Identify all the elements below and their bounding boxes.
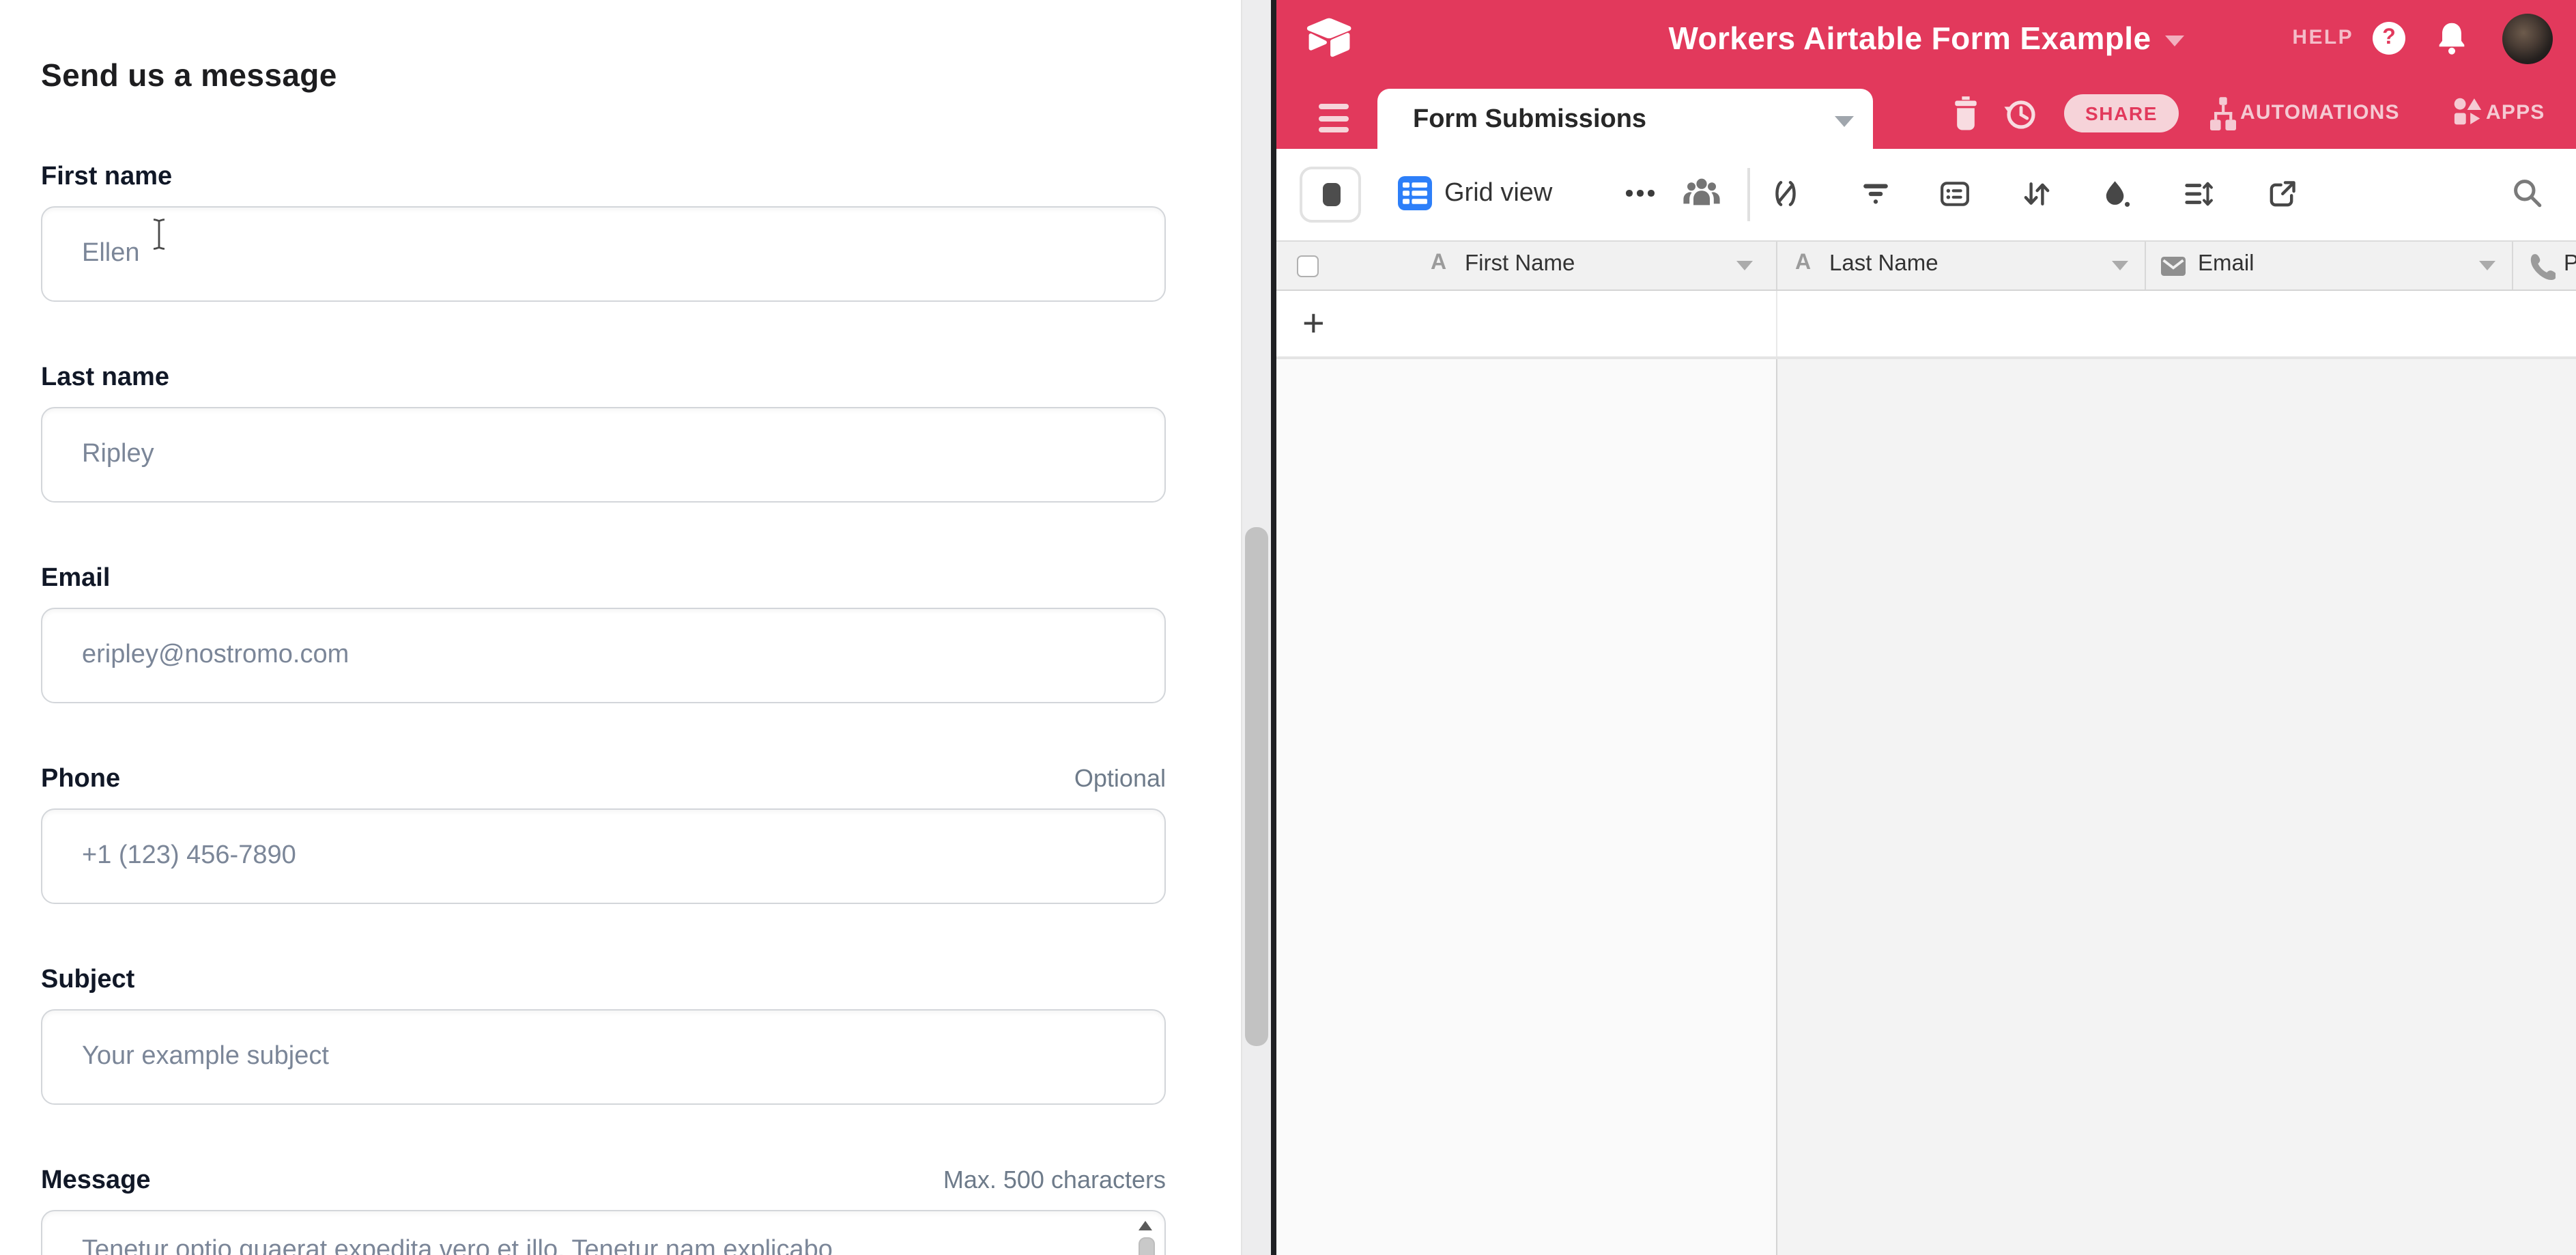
email-field-type-icon: [2161, 257, 2186, 276]
help-button[interactable]: HELP: [2292, 26, 2353, 49]
grid-view-icon[interactable]: [1398, 176, 1432, 210]
text-cursor: [150, 217, 168, 251]
add-row[interactable]: +: [1276, 291, 2576, 359]
form-title: Send us a message: [41, 57, 337, 94]
filter-icon[interactable]: [1861, 179, 1891, 209]
base-title[interactable]: Workers Airtable Form Example: [1669, 20, 2151, 57]
history-icon[interactable]: [2003, 97, 2038, 132]
automations-icon[interactable]: [2210, 97, 2236, 131]
email-group: Email: [41, 564, 1166, 703]
page-scrollbar-track[interactable]: [1241, 0, 1272, 1255]
tab-form-submissions[interactable]: Form Submissions: [1377, 89, 1873, 149]
column-caret-icon[interactable]: [2112, 261, 2128, 270]
airtable-window: Workers Airtable Form Example HELP ? For…: [1276, 0, 2576, 1255]
message-textarea[interactable]: Tenetur optio quaerat expedita vero et i…: [41, 1210, 1166, 1255]
phone-group: Phone Optional: [41, 765, 1166, 904]
table-header-row: A First Name A Last Name Email: [1276, 240, 2576, 291]
view-toolbar: Grid view: [1276, 149, 2576, 240]
phone-label: Phone: [41, 765, 1166, 795]
phone-field-type-icon: [2527, 253, 2556, 281]
base-title-caret-icon[interactable]: [2164, 36, 2184, 46]
column-divider: [1776, 291, 1777, 356]
email-input[interactable]: [41, 608, 1166, 703]
hide-fields-icon[interactable]: [1771, 179, 1801, 209]
textarea-scrollbar-thumb[interactable]: [1139, 1237, 1155, 1255]
share-view-icon[interactable]: [2267, 179, 2298, 209]
contact-form-pane: Send us a message First name Last name E…: [0, 0, 1241, 1255]
more-options-icon[interactable]: [1626, 190, 1661, 198]
sort-icon[interactable]: [2022, 179, 2052, 209]
sidebar-menu-icon[interactable]: [1319, 104, 1349, 138]
apps-icon[interactable]: [2453, 97, 2482, 127]
message-maxchars-hint: Max. 500 characters: [943, 1166, 1166, 1195]
notifications-bell-icon[interactable]: [2437, 22, 2467, 55]
table-body-empty: [1276, 359, 2576, 1255]
screenshot-root: Send us a message First name Last name E…: [0, 0, 2576, 1255]
text-field-type-icon: A: [1431, 251, 1446, 276]
primary-column-area: [1276, 359, 1777, 1255]
column-header-phone[interactable]: Phone: [2512, 242, 2576, 290]
view-sidebar-toggle-button[interactable]: [1300, 167, 1361, 223]
column-header-last-name[interactable]: A Last Name: [1776, 242, 2146, 290]
airtable-topbar: Workers Airtable Form Example HELP ?: [1276, 0, 2576, 78]
message-group: Message Max. 500 characters Tenetur opti…: [41, 1166, 1166, 1255]
subject-label: Subject: [41, 965, 1166, 996]
automations-button[interactable]: AUTOMATIONS: [2240, 101, 2400, 124]
textarea-scroll-up-icon[interactable]: [1139, 1221, 1152, 1230]
phone-input[interactable]: [41, 808, 1166, 904]
add-row-plus-icon[interactable]: +: [1302, 291, 1325, 355]
search-icon[interactable]: [2512, 178, 2543, 209]
group-icon[interactable]: [1940, 179, 1970, 209]
last-name-group: Last name: [41, 363, 1166, 503]
view-name-label[interactable]: Grid view: [1444, 179, 1552, 209]
column-caret-icon[interactable]: [2479, 261, 2495, 270]
subject-input[interactable]: [41, 1009, 1166, 1105]
active-table-name: Form Submissions: [1413, 89, 1646, 152]
page-scrollbar-thumb[interactable]: [1245, 527, 1268, 1046]
last-name-label: Last name: [41, 363, 1166, 393]
window-divider: [1271, 0, 1276, 1255]
collaborators-icon[interactable]: [1683, 178, 1720, 209]
first-name-label: First name: [41, 163, 1166, 193]
sidebar-toggle-icon: [1323, 183, 1341, 206]
table-caret-icon[interactable]: [1835, 116, 1854, 127]
apps-button[interactable]: APPS: [2486, 101, 2545, 124]
column-caret-icon[interactable]: [1736, 261, 1753, 270]
phone-optional-hint: Optional: [1074, 765, 1166, 793]
trash-icon[interactable]: [1954, 96, 1978, 131]
row-height-icon[interactable]: [2183, 179, 2213, 209]
select-all-checkbox[interactable]: [1297, 255, 1319, 277]
select-all-cell: [1276, 242, 1331, 290]
message-text: Tenetur optio quaerat expedita vero et i…: [82, 1235, 1096, 1255]
color-icon[interactable]: [2101, 179, 2131, 209]
toolbar-divider: [1747, 168, 1750, 221]
column-header-first-name[interactable]: A First Name: [1331, 242, 1776, 290]
help-question-icon[interactable]: ?: [2373, 22, 2405, 55]
subject-group: Subject: [41, 965, 1166, 1105]
share-button[interactable]: SHARE: [2064, 94, 2179, 132]
first-name-input[interactable]: [41, 206, 1166, 302]
user-avatar[interactable]: [2502, 14, 2553, 64]
first-name-group: First name: [41, 163, 1166, 302]
email-label: Email: [41, 564, 1166, 594]
text-field-type-icon: A: [1795, 251, 1811, 276]
airtable-table-tabs-bar: Form Submissions SHARE AUTOMATIONS APPS: [1276, 78, 2576, 149]
column-header-email[interactable]: Email: [2145, 242, 2513, 290]
last-name-input[interactable]: [41, 407, 1166, 503]
